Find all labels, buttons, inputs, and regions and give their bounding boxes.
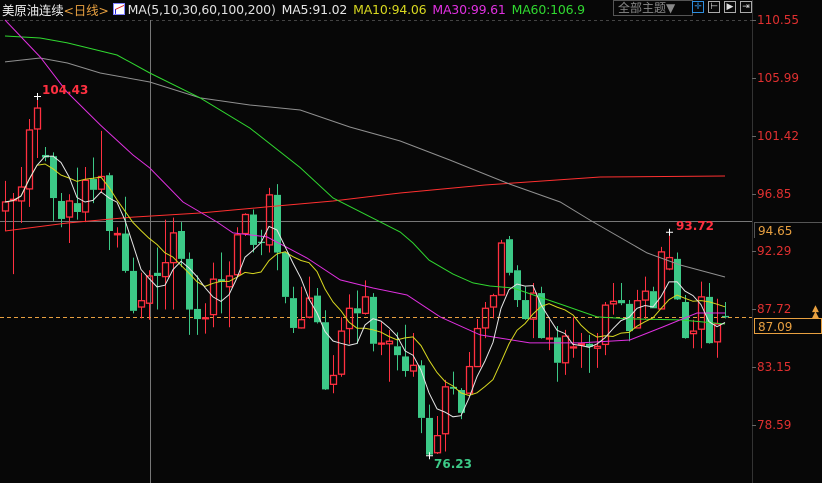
candle-down [618, 300, 625, 304]
candle-up [337, 330, 346, 375]
scroll-up-arrow-icon[interactable]: ▲ ▲ [812, 305, 819, 320]
candle-up [481, 307, 490, 329]
axis-tick: 96.85 [757, 187, 792, 201]
candle-down [106, 175, 113, 231]
instrument-title: 美原油连续 [2, 2, 64, 18]
ma100-line [4, 57, 726, 278]
high-marker-icon [34, 93, 41, 101]
period-selector[interactable]: <日线> [64, 0, 109, 19]
candle-up [137, 300, 146, 308]
axis-tick: 101.42 [757, 129, 799, 143]
axis-tick: 83.15 [757, 360, 792, 374]
candlestick-chart[interactable] [0, 0, 822, 483]
candle-down [418, 365, 425, 418]
candle-up [433, 434, 442, 454]
candle-down [194, 308, 201, 320]
candle-up [385, 340, 394, 345]
ma60-value: MA60:106.9 [511, 1, 585, 17]
candle-up [1, 201, 10, 212]
candle-down [58, 200, 65, 219]
candle-down [722, 315, 729, 318]
current-price-label: 87.09 [754, 318, 822, 334]
candle-up [361, 296, 370, 315]
recent-high-annotation: 93.72 [676, 219, 714, 233]
candle-up [409, 364, 418, 372]
candle-up [665, 256, 674, 270]
axis-tick: 92.29 [757, 244, 792, 258]
candle-up [545, 337, 554, 340]
candle-down [522, 300, 529, 320]
axis-tick: 78.59 [757, 418, 792, 432]
fit-range-icon[interactable]: ⊢ [708, 1, 720, 13]
candle-down [402, 356, 409, 372]
candle-up [641, 290, 650, 301]
ma-definition[interactable]: MA(5,10,30,60,100,200) [128, 2, 276, 17]
candle-up [561, 335, 570, 364]
axis-tick: 87.72 [757, 302, 792, 316]
candle-down [394, 346, 401, 356]
candle-up [593, 345, 602, 349]
candle-down [426, 417, 433, 455]
high-price-annotation: 104.43 [42, 83, 89, 97]
candle-down [122, 233, 129, 271]
candle-down [506, 239, 513, 273]
candle-up [377, 342, 386, 345]
candle-down [554, 337, 561, 363]
candle-down [130, 270, 137, 311]
move-right-icon[interactable]: ⇥ [740, 1, 752, 13]
axis-tick: 110.55 [757, 13, 799, 27]
candle-up [233, 234, 242, 276]
candle-down [178, 230, 185, 259]
candle-up [489, 294, 498, 308]
candle-up [65, 200, 74, 218]
recent-high-marker-icon [666, 228, 673, 236]
crosshair-price-label: 94.65 [754, 222, 822, 238]
candle-down [50, 156, 57, 199]
candle-down [354, 308, 361, 314]
candle-up [297, 319, 306, 329]
candle-down [282, 252, 289, 297]
candle-up [609, 300, 618, 305]
candle-up [633, 300, 642, 329]
candle-up [569, 346, 578, 349]
candle-up [441, 386, 450, 435]
ma10-value: MA10:94.06 [353, 1, 427, 17]
candle-up [465, 365, 474, 394]
candle-up [161, 262, 170, 278]
candle-up [145, 275, 154, 304]
axis-tick: 105.99 [757, 71, 799, 85]
play-forward-icon[interactable]: ▶ [724, 1, 736, 13]
candle-up [689, 330, 698, 335]
low-price-annotation: 76.23 [434, 457, 472, 471]
candle-down [90, 179, 97, 190]
theme-select[interactable]: 全部主题▼ [613, 0, 693, 16]
candle-up [241, 213, 250, 235]
candle-down [250, 214, 257, 245]
kline-chart-window: 美原油连续 <日线> MA(5,10,30,60,100,200) MA5:91… [0, 0, 822, 483]
candle-up [305, 297, 314, 318]
candle-down [154, 272, 161, 276]
ma5-value: MA5:91.02 [281, 1, 348, 17]
candle-up [25, 129, 34, 190]
candle-down [706, 296, 713, 344]
ma30-value: MA30:99.61 [432, 1, 506, 17]
candle-up [81, 179, 90, 213]
candle-up [201, 317, 210, 320]
candle-up [657, 251, 666, 310]
candle-up [113, 232, 122, 236]
candle-up [329, 374, 338, 385]
candle-down [290, 298, 297, 328]
candle-down [74, 203, 81, 212]
candle-up [345, 307, 354, 330]
candle-up [33, 107, 42, 130]
crosshair-icon[interactable]: ✛ [692, 1, 704, 13]
ma-indicator-icon[interactable] [112, 3, 125, 15]
chart-header: 美原油连续 <日线> MA(5,10,30,60,100,200) MA5:91… [2, 0, 591, 19]
